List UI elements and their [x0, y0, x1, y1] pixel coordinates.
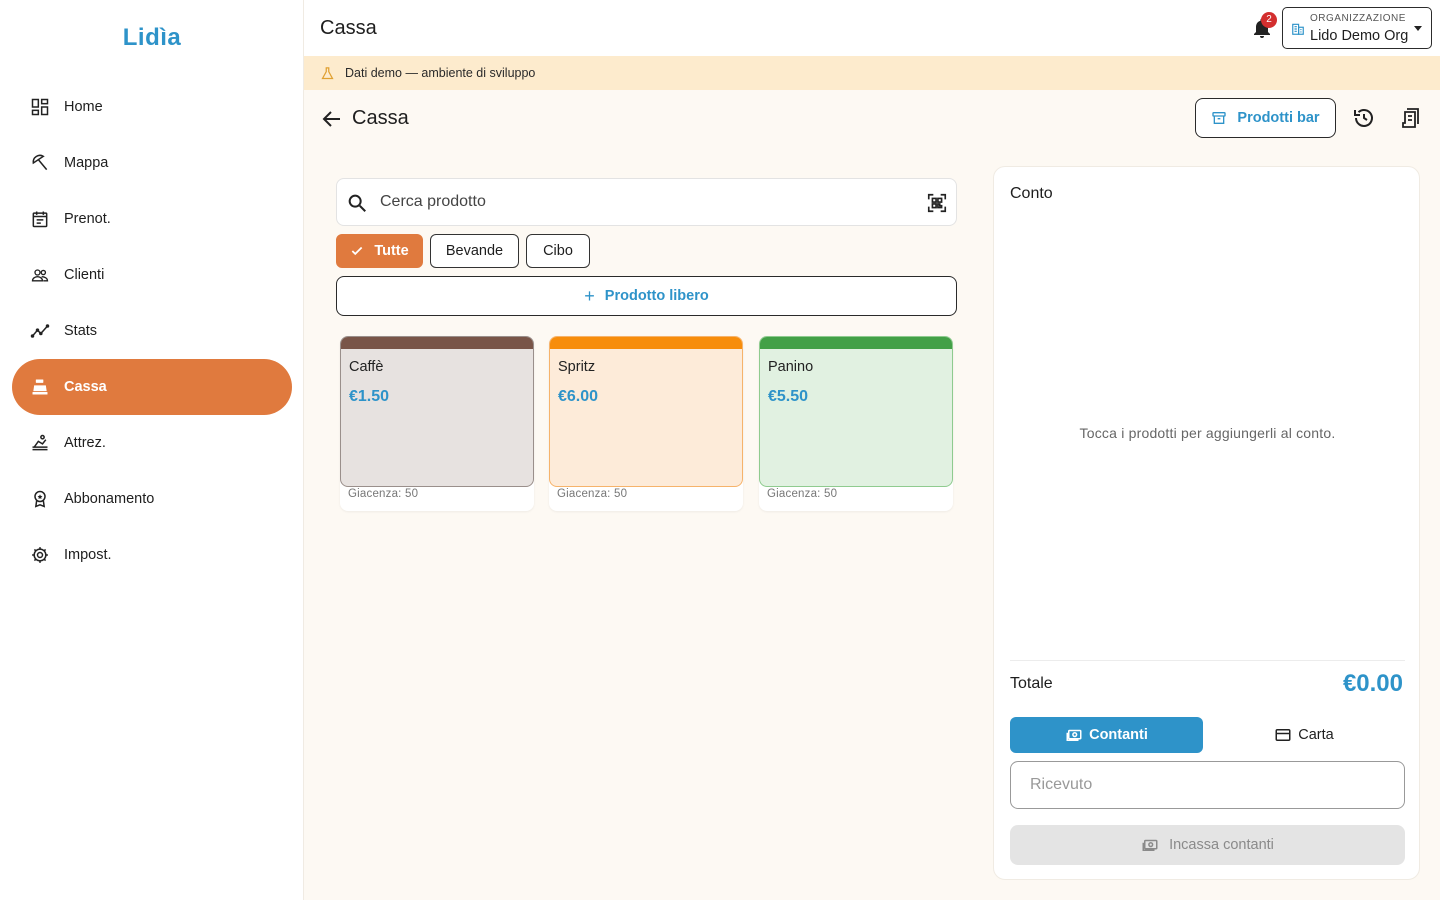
- sidebar-item-cassa[interactable]: Cassa: [12, 359, 292, 415]
- cash-icon: [1142, 839, 1158, 851]
- product-color-bar: [760, 337, 952, 349]
- check-icon: [352, 246, 363, 256]
- free-product-label: Prodotto libero: [604, 288, 709, 304]
- total-label: Totale: [1010, 675, 1053, 692]
- gear-icon: [30, 545, 50, 565]
- received-amount-input[interactable]: [1010, 761, 1405, 809]
- filter-chip-label: Bevande: [445, 243, 504, 259]
- product-stock: Giacenza: 50: [348, 488, 419, 500]
- free-product-button[interactable]: + Prodotto libero: [336, 276, 957, 316]
- product-price: €1.50: [349, 388, 390, 405]
- divider: [1010, 660, 1405, 661]
- sidebar-item-label: Cassa: [64, 379, 107, 395]
- sidebar-item-prenot[interactable]: Prenot.: [12, 191, 292, 247]
- product-color-bar: [550, 337, 742, 349]
- page-title: Cassa: [320, 17, 377, 39]
- archive-icon: [1212, 112, 1227, 124]
- beach-chair-icon: [30, 433, 50, 453]
- sidebar-item-label: Attrez.: [64, 435, 106, 451]
- demo-banner: Dati demo — ambiente di sviluppo: [304, 56, 1440, 90]
- filter-chip-tutte[interactable]: Tutte: [336, 234, 423, 268]
- product-color-bar: [341, 337, 533, 349]
- receipt-icon[interactable]: [1400, 106, 1424, 130]
- sidebar-item-abbonamento[interactable]: Abbonamento: [12, 471, 292, 527]
- dashboard-icon: [30, 97, 50, 117]
- building-icon: [1292, 23, 1304, 35]
- sidebar-item-label: Abbonamento: [64, 491, 155, 507]
- product-name: Caffè: [349, 359, 384, 375]
- sidebar-item-clienti[interactable]: Clienti: [12, 247, 292, 303]
- pay-cash-label: Contanti: [1089, 727, 1148, 743]
- filter-chip-label: Tutte: [374, 243, 409, 259]
- product-price: €6.00: [558, 388, 599, 405]
- sidebar-item-label: Mappa: [64, 155, 109, 171]
- product-card-body[interactable]: Panino €5.50: [759, 336, 953, 487]
- product-card-caffe[interactable]: Caffè €1.50 Giacenza: 50: [340, 336, 534, 511]
- product-name: Panino: [768, 359, 814, 375]
- umbrella-icon: [30, 153, 50, 173]
- pay-card-label: Carta: [1298, 727, 1334, 743]
- sidebar-item-label: Stats: [64, 323, 98, 339]
- pay-cash-toggle[interactable]: Contanti: [1010, 717, 1203, 753]
- flask-icon: [321, 66, 334, 79]
- bill-empty-message: Tocca i prodotti per aggiungerli al cont…: [1079, 425, 1336, 441]
- product-stock: Giacenza: 50: [767, 488, 838, 500]
- pay-card-toggle[interactable]: Carta: [1204, 717, 1404, 753]
- product-card-body[interactable]: Spritz €6.00: [549, 336, 743, 487]
- product-price: €5.50: [768, 388, 809, 405]
- sidebar-item-label: Prenot.: [64, 211, 111, 227]
- bill-title: Conto: [1010, 185, 1053, 202]
- top-app-bar: Cassa 2 ORGANIZZAZIONE Lido Demo Org: [304, 0, 1440, 56]
- sidebar-item-label: Impost.: [64, 547, 112, 563]
- brand-logo: Lidìa: [122, 24, 182, 51]
- product-name: Spritz: [558, 359, 596, 375]
- history-icon[interactable]: [1352, 106, 1376, 130]
- product-search: [336, 178, 957, 226]
- search-icon: [348, 194, 366, 212]
- org-value: Lido Demo Org: [1310, 28, 1409, 44]
- section-title: Cassa: [352, 107, 409, 129]
- plus-icon: +: [584, 286, 595, 306]
- notification-badge: 2: [1261, 12, 1277, 28]
- collect-cash-label: Incassa contanti: [1169, 837, 1274, 853]
- chevron-down-icon: [1414, 26, 1422, 31]
- people-icon: [30, 265, 50, 285]
- qr-scanner-icon[interactable]: [926, 192, 948, 214]
- chart-icon: [30, 321, 50, 341]
- org-selector[interactable]: ORGANIZZAZIONE Lido Demo Org: [1282, 7, 1432, 49]
- sidebar-item-label: Home: [64, 99, 103, 115]
- arrow-back-icon[interactable]: [320, 107, 344, 131]
- sidebar-item-impost[interactable]: Impost.: [12, 527, 292, 583]
- sidebar-nav: Home Mappa Prenot. Clienti Stats Cassa A…: [12, 79, 292, 583]
- bar-products-label: Prodotti bar: [1237, 110, 1320, 126]
- banner-text: Dati demo — ambiente di sviluppo: [345, 66, 536, 80]
- sidebar-item-mappa[interactable]: Mappa: [12, 135, 292, 191]
- product-card-body[interactable]: Caffè €1.50: [340, 336, 534, 487]
- sidebar-item-attrez[interactable]: Attrez.: [12, 415, 292, 471]
- filter-chip-bevande[interactable]: Bevande: [430, 234, 519, 268]
- bar-products-button[interactable]: Prodotti bar: [1195, 98, 1336, 138]
- filter-chip-cibo[interactable]: Cibo: [526, 234, 590, 268]
- badge-icon: [30, 489, 50, 509]
- product-stock: Giacenza: 50: [557, 488, 628, 500]
- bill-panel: Conto Tocca i prodotti per aggiungerli a…: [993, 166, 1420, 880]
- product-card-panino[interactable]: Panino €5.50 Giacenza: 50: [759, 336, 953, 511]
- sidebar-item-stats[interactable]: Stats: [12, 303, 292, 359]
- sidebar-item-home[interactable]: Home: [12, 79, 292, 135]
- filter-chip-label: Cibo: [543, 243, 573, 259]
- cash-register-icon: [30, 377, 50, 397]
- credit-card-icon: [1275, 729, 1291, 741]
- collect-cash-button[interactable]: Incassa contanti: [1010, 825, 1405, 865]
- product-card-spritz[interactable]: Spritz €6.00 Giacenza: 50: [549, 336, 743, 511]
- total-value: €0.00: [1342, 670, 1403, 697]
- sidebar: Lidìa Home Mappa Prenot. Clienti Stats C…: [0, 0, 304, 900]
- search-input[interactable]: [380, 179, 910, 225]
- sidebar-item-label: Clienti: [64, 267, 105, 283]
- org-label: ORGANIZZAZIONE: [1310, 13, 1406, 24]
- calendar-icon: [30, 209, 50, 229]
- cash-icon: [1066, 729, 1082, 741]
